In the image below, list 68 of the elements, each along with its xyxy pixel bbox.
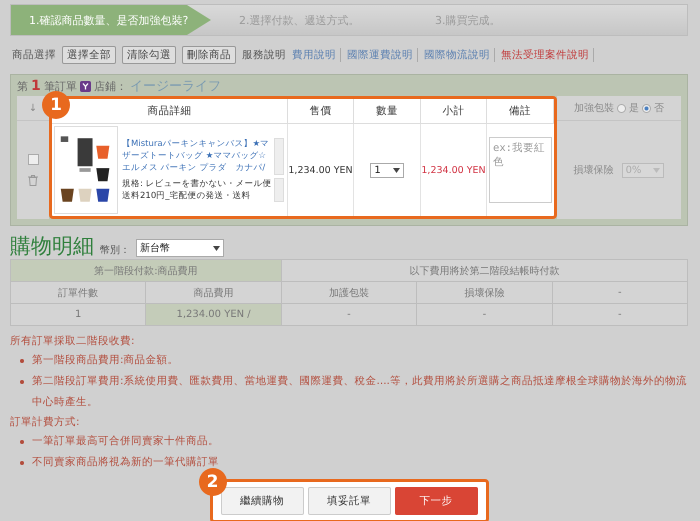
progress-step: 2.選擇付款、遞送方式。: [223, 5, 419, 35]
toolbar-button[interactable]: 選擇全部: [62, 46, 116, 64]
callout-badge: 1: [42, 91, 70, 119]
note-text: 一筆訂單最高可合併同賣家十件商品。: [32, 434, 219, 449]
table-cell: 1: [10, 304, 146, 326]
store-label: 店鋪：: [94, 78, 127, 94]
column-header: 加護包裝: [281, 282, 417, 304]
callout-badge: 2: [198, 468, 226, 496]
currency-select[interactable]: 新台幣: [136, 239, 224, 257]
scroll-bar[interactable]: [274, 178, 284, 202]
column-header: 備註: [487, 99, 554, 124]
note-heading: 訂單計費方式:: [10, 415, 81, 430]
order-label: 第: [17, 78, 28, 94]
bullet-icon: [20, 440, 24, 444]
order-label: 筆訂單: [44, 78, 77, 94]
packing-label: 加強包裝: [574, 102, 614, 115]
help-link[interactable]: 無法受理案件說明: [501, 48, 594, 62]
column-header: 商品費用: [146, 282, 282, 304]
note-text: 不同賣家商品將視為新的一筆代購訂單: [32, 455, 219, 470]
trash-icon[interactable]: [28, 175, 38, 186]
table-cell: -: [281, 304, 417, 326]
caret-icon: [653, 168, 660, 172]
table-cell: -: [416, 304, 552, 326]
table-cell: -: [552, 304, 688, 326]
product-title-link[interactable]: 【Misturaパーキンキャンバス】★マザーズトートバッグ ★ママバッグ☆エルメス パーキン プラダ カナパ/: [122, 138, 272, 175]
item-checkbox[interactable]: [28, 154, 38, 165]
scroll-bar[interactable]: [274, 138, 284, 175]
column-header: 售價: [288, 99, 354, 124]
note-field[interactable]: ex:我要紅色: [489, 137, 552, 203]
bullet-icon: [20, 380, 24, 384]
radio-button[interactable]: [642, 104, 651, 112]
toolbar-button[interactable]: 刪除商品: [182, 46, 236, 64]
column-header: 損壞保險: [416, 282, 552, 304]
insurance-label: 損壞保險: [574, 164, 614, 177]
caret-icon: [392, 168, 400, 172]
bullet-icon: [20, 461, 24, 465]
store-icon: [80, 80, 91, 92]
action-button[interactable]: 繼續購物: [220, 487, 304, 515]
radio-label: 否: [654, 102, 664, 115]
note-heading: 所有訂單採取二階段收費:: [10, 334, 136, 349]
column-header: 小計: [421, 99, 487, 124]
action-button[interactable]: 填妥託單: [308, 487, 390, 515]
note-text: 第一階段商品費用:商品金額。: [32, 353, 179, 368]
column-header: -: [552, 282, 688, 304]
order-number: 1: [31, 78, 41, 94]
sort-header: ↓: [28, 102, 38, 114]
bullet-icon: [20, 359, 24, 363]
table-cell: 1,234.00 YEN /: [146, 304, 282, 326]
quantity-select[interactable]: 1: [370, 162, 404, 178]
column-header: 數量: [354, 99, 421, 124]
toolbar-button[interactable]: 清除勾選: [122, 46, 176, 64]
caret-icon: [213, 246, 220, 250]
subtotal: 1,234.00 YEN: [421, 164, 486, 176]
progress-step: 3.購買完成。: [419, 5, 615, 35]
progress-step: 1.確認商品數量、是否加強包裝?: [11, 5, 211, 35]
group-header: 第一階段付款:商品費用: [10, 260, 282, 282]
section-title: 購物明細: [10, 236, 94, 257]
note-text: 第二階段訂單費用:系統使用費、匯款費用、當地運費、國際運費、稅金....等，此費用將於所選購之商品抵達摩根全球購物於海外的物流中心時產生。: [32, 374, 688, 410]
price: 1,234.00 YEN: [288, 164, 353, 176]
toolbar-label: 商品選擇: [12, 48, 56, 62]
radio-label: 是: [629, 102, 639, 115]
product-spec: 規格: レビューを書かない・メール便送料210円_宅配便の発送・送料: [122, 178, 272, 202]
column-header: 訂單件數: [10, 282, 146, 304]
currency-label: 幣別：: [100, 244, 130, 257]
group-header: 以下費用將於第二階段結帳時付款: [281, 260, 688, 282]
action-button[interactable]: 下一步: [394, 487, 478, 515]
toolbar-label: 服務說明: [242, 48, 286, 62]
radio-button[interactable]: [617, 104, 626, 112]
